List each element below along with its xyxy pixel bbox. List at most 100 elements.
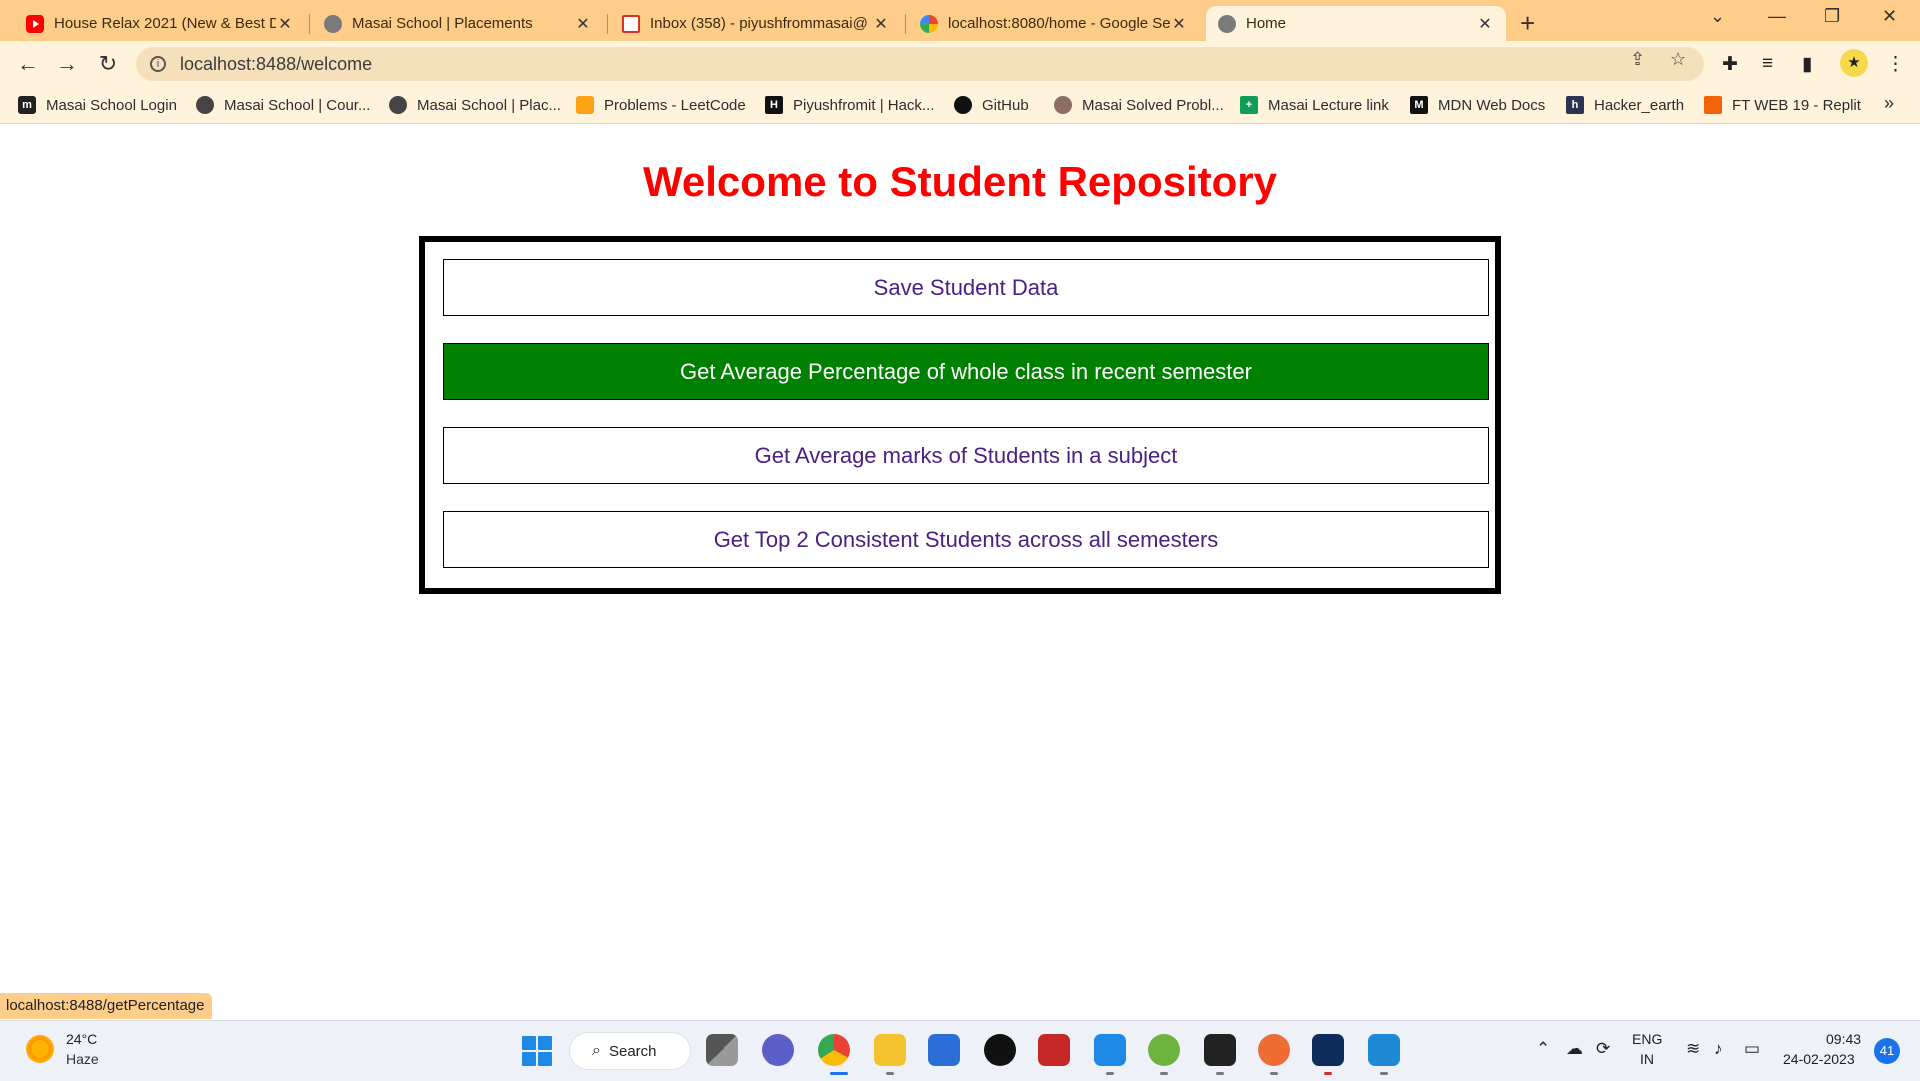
bookmark-label: GitHub bbox=[982, 96, 1029, 114]
back-icon[interactable]: ← bbox=[14, 51, 42, 77]
bookmark-item[interactable]: + Masai Lecture link bbox=[1240, 96, 1389, 114]
microsoft-store-icon[interactable] bbox=[928, 1034, 960, 1066]
github-icon bbox=[954, 96, 972, 114]
bookmark-label: MDN Web Docs bbox=[1438, 96, 1546, 114]
vscode-icon[interactable] bbox=[1368, 1034, 1400, 1066]
pin-icon bbox=[1054, 96, 1072, 114]
taskbar-search[interactable]: ⌕ Search bbox=[570, 1033, 690, 1069]
terminal-icon[interactable] bbox=[1204, 1034, 1236, 1066]
bookmark-item[interactable]: Masai School | Cour... bbox=[196, 96, 370, 114]
clock-date[interactable]: 24-02-2023 bbox=[1783, 1051, 1855, 1067]
bookmarks-overflow-button[interactable]: » bbox=[1884, 93, 1894, 114]
app-icon[interactable] bbox=[1094, 1034, 1126, 1066]
tab-google[interactable]: localhost:8080/home - Google Se ✕ bbox=[908, 6, 1200, 41]
bookmark-item[interactable]: FT WEB 19 - Replit bbox=[1704, 96, 1861, 114]
menu-kebab-icon[interactable]: ⋮ bbox=[1886, 53, 1905, 76]
masai-icon: m bbox=[18, 96, 36, 114]
google-icon bbox=[920, 14, 938, 33]
postman-icon[interactable] bbox=[1258, 1034, 1290, 1066]
tab-home[interactable]: Home ✕ bbox=[1206, 6, 1506, 41]
tab-title: House Relax 2021 (New & Best D bbox=[54, 15, 276, 32]
profile-avatar[interactable]: ★ bbox=[1840, 49, 1868, 77]
tab-placements[interactable]: Masai School | Placements ✕ bbox=[312, 6, 604, 41]
teams-chat-icon[interactable] bbox=[762, 1034, 794, 1066]
tab-separator bbox=[607, 14, 608, 34]
top-consistent-students-button[interactable]: Get Top 2 Consistent Students across all… bbox=[443, 511, 1489, 568]
new-tab-button[interactable]: + bbox=[1520, 8, 1535, 39]
language-line2[interactable]: IN bbox=[1640, 1051, 1654, 1067]
bookmark-item[interactable]: h Hacker_earth bbox=[1566, 96, 1684, 114]
bookmark-item[interactable]: Problems - LeetCode bbox=[576, 96, 746, 114]
search-icon: ⌕ bbox=[592, 1042, 601, 1059]
bookmark-star-icon[interactable]: ☆ bbox=[1670, 49, 1686, 70]
notification-count-badge[interactable]: 41 bbox=[1874, 1038, 1900, 1064]
weather-haze-icon[interactable] bbox=[26, 1035, 54, 1063]
close-window-icon[interactable]: ✕ bbox=[1882, 6, 1897, 27]
onedrive-icon[interactable]: ☁ bbox=[1566, 1039, 1583, 1059]
youtube-icon bbox=[26, 14, 44, 33]
sync-icon[interactable]: ⟳ bbox=[1596, 1039, 1610, 1059]
close-icon[interactable]: ✕ bbox=[1170, 14, 1188, 34]
tab-separator bbox=[309, 14, 310, 34]
volume-icon[interactable]: ♪ bbox=[1714, 1039, 1723, 1059]
battery-icon[interactable]: ▭ bbox=[1744, 1039, 1760, 1059]
language-line1[interactable]: ENG bbox=[1632, 1031, 1662, 1047]
tab-title: Inbox (358) - piyushfrommasai@ bbox=[650, 15, 868, 32]
dell-icon[interactable] bbox=[984, 1034, 1016, 1066]
minimize-icon[interactable]: — bbox=[1768, 6, 1786, 27]
wifi-icon[interactable]: ≋ bbox=[1686, 1039, 1700, 1059]
show-hidden-icons-icon[interactable]: ⌃ bbox=[1536, 1039, 1550, 1059]
mdn-icon: M bbox=[1410, 96, 1428, 114]
search-label: Search bbox=[608, 1042, 657, 1060]
globe-icon bbox=[389, 96, 407, 114]
bookmark-label: Masai School | Plac... bbox=[417, 96, 561, 114]
save-student-data-button[interactable]: Save Student Data bbox=[443, 259, 1489, 316]
close-icon[interactable]: ✕ bbox=[574, 14, 592, 34]
tab-gmail[interactable]: Inbox (358) - piyushfrommasai@ ✕ bbox=[610, 6, 902, 41]
bookmark-item[interactable]: H Piyushfromit | Hack... bbox=[765, 96, 934, 114]
tab-title: localhost:8080/home - Google Se bbox=[948, 15, 1170, 32]
site-info-icon[interactable]: i bbox=[150, 56, 166, 72]
bookmark-label: Piyushfromit | Hack... bbox=[793, 96, 935, 114]
spring-tool-suite-icon[interactable] bbox=[1148, 1034, 1180, 1066]
file-explorer-icon[interactable] bbox=[874, 1034, 906, 1066]
bookmark-label: Problems - LeetCode bbox=[604, 96, 746, 114]
bookmark-item[interactable]: M MDN Web Docs bbox=[1410, 96, 1545, 114]
mysql-workbench-icon[interactable] bbox=[1312, 1034, 1344, 1066]
extensions-icon[interactable]: ✚ bbox=[1722, 53, 1738, 76]
hackerrank-icon: H bbox=[765, 96, 783, 114]
close-icon[interactable]: ✕ bbox=[1476, 14, 1494, 34]
bookmark-label: Masai School | Cour... bbox=[224, 96, 371, 114]
average-percentage-button[interactable]: Get Average Percentage of whole class in… bbox=[443, 343, 1489, 400]
url-text: localhost:8488/welcome bbox=[180, 53, 373, 74]
task-view-icon[interactable] bbox=[706, 1034, 738, 1066]
average-marks-subject-button[interactable]: Get Average marks of Students in a subje… bbox=[443, 427, 1489, 484]
clock-time[interactable]: 09:43 bbox=[1826, 1031, 1861, 1047]
start-icon[interactable] bbox=[522, 1036, 552, 1066]
app-indicator bbox=[1380, 1072, 1388, 1075]
side-panel-icon[interactable]: ▮ bbox=[1802, 53, 1812, 76]
windows-taskbar: 24°C Haze ⌕ Search ⌃ ☁ ⟳ ENG IN ≋ ♪ ▭ 09… bbox=[0, 1020, 1920, 1081]
share-icon[interactable]: ⇪ bbox=[1630, 49, 1645, 70]
app-indicator bbox=[1106, 1072, 1114, 1075]
address-bar[interactable]: i localhost:8488/welcome bbox=[136, 47, 1704, 81]
bookmark-item[interactable]: Masai School | Plac... bbox=[389, 96, 561, 114]
restore-icon[interactable]: ❐ bbox=[1824, 6, 1840, 27]
mcafee-icon[interactable] bbox=[1038, 1034, 1070, 1066]
close-icon[interactable]: ✕ bbox=[276, 14, 294, 34]
media-control-icon[interactable]: ≡ bbox=[1762, 53, 1773, 75]
tab-title: Masai School | Placements bbox=[352, 15, 533, 32]
bookmark-item[interactable]: Masai Solved Probl... bbox=[1054, 96, 1224, 114]
forward-icon[interactable]: → bbox=[53, 51, 81, 77]
tab-title: Home bbox=[1246, 15, 1287, 32]
weather-description: Haze bbox=[66, 1051, 99, 1067]
bookmark-item[interactable]: m Masai School Login bbox=[18, 96, 177, 114]
tab-youtube[interactable]: House Relax 2021 (New & Best D ✕ bbox=[14, 6, 306, 41]
browser-toolbar: ← → ↻ i localhost:8488/welcome ⇪ ☆ ✚ ≡ ▮… bbox=[0, 41, 1920, 88]
bookmark-item[interactable]: GitHub bbox=[954, 96, 1029, 114]
chrome-icon[interactable] bbox=[818, 1034, 850, 1066]
close-icon[interactable]: ✕ bbox=[872, 14, 890, 34]
replit-icon bbox=[1704, 96, 1722, 114]
tab-search-icon[interactable]: ⌄ bbox=[1710, 6, 1725, 27]
reload-icon[interactable]: ↻ bbox=[94, 51, 122, 77]
